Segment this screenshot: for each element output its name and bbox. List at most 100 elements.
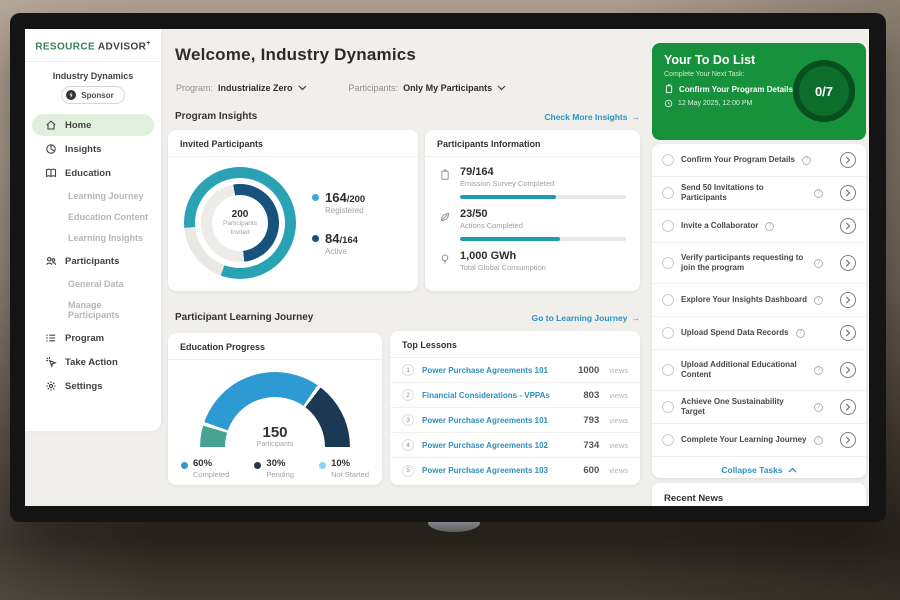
sponsor-badge: Sponsor (61, 86, 124, 104)
sidebar-item-participants[interactable]: Participants (32, 250, 154, 272)
legend-total: /164 (339, 235, 358, 246)
task-chevron-button[interactable] (840, 399, 856, 415)
task-checkbox[interactable] (662, 401, 674, 413)
legend-label: Active (325, 247, 358, 256)
legend-label: Completed (193, 470, 229, 479)
sidebar-item-take-action[interactable]: Take Action (32, 351, 154, 373)
lesson-link[interactable]: Power Purchase Agreements 102 (422, 441, 548, 450)
lesson-link[interactable]: Power Purchase Agreements 101 (422, 366, 548, 375)
sponsor-label: Sponsor (81, 91, 113, 100)
card-title: Participants Information (425, 130, 640, 157)
sidebar-item-learning-insights[interactable]: Learning Insights (32, 228, 154, 248)
lesson-views: 793 (583, 415, 599, 426)
sidebar: RESOURCE ADVISOR+ Industry Dynamics Spon… (25, 29, 161, 431)
task-label: Invite a Collaborator (681, 221, 758, 231)
card-title: Education Progress (168, 333, 382, 360)
lesson-rank: 4 (402, 439, 414, 451)
sidebar-item-program[interactable]: Program (32, 327, 154, 349)
task-row: Upload Spend Data Records ? (652, 317, 866, 350)
sidebar-item-education[interactable]: Education (32, 162, 154, 184)
lesson-link[interactable]: Power Purchase Agreements 101 (422, 416, 548, 425)
legend-label: Registered (325, 206, 365, 215)
invited-donut-chart: 200 Participants Invited (184, 167, 296, 279)
leaf-icon (439, 211, 451, 223)
task-chevron-button[interactable] (840, 152, 856, 168)
info-icon[interactable]: ? (814, 296, 823, 305)
legend-dot (312, 194, 319, 201)
sidebar-item-general-data[interactable]: General Data (32, 274, 154, 294)
task-chevron-button[interactable] (840, 292, 856, 308)
lesson-link[interactable]: Power Purchase Agreements 103 (422, 466, 548, 475)
task-chevron-button[interactable] (840, 325, 856, 341)
page-title: Welcome, Industry Dynamics (175, 45, 416, 65)
sidebar-item-education-content[interactable]: Education Content (32, 207, 154, 227)
monitor-bezel: RESOURCE ADVISOR+ Industry Dynamics Spon… (10, 13, 886, 522)
logo-plus: + (146, 40, 151, 47)
task-label: Verify participants requesting to join t… (681, 253, 807, 274)
task-chevron-button[interactable] (840, 255, 856, 271)
stat-value: 1,000 GWh (460, 250, 546, 262)
info-icon[interactable]: ? (796, 329, 805, 338)
task-row: Achieve One Sustainability Target ? (652, 391, 866, 424)
info-icon[interactable]: ? (814, 366, 823, 375)
task-checkbox[interactable] (662, 434, 674, 446)
task-checkbox[interactable] (662, 294, 674, 306)
sidebar-item-home[interactable]: Home (32, 114, 154, 136)
info-icon[interactable]: ? (802, 156, 811, 165)
collapse-tasks-link[interactable]: Collapse Tasks (652, 457, 866, 478)
task-label: Explore Your Insights Dashboard (681, 295, 807, 305)
task-checkbox[interactable] (662, 327, 674, 339)
task-checkbox[interactable] (662, 364, 674, 376)
education-gauge-chart: 150 Participants (200, 372, 350, 448)
logo-secondary: ADVISOR (98, 41, 146, 52)
people-icon (45, 255, 57, 267)
task-chevron-button[interactable] (840, 432, 856, 448)
info-icon[interactable]: ? (814, 436, 823, 445)
task-chevron-button[interactable] (840, 218, 856, 234)
donut-center-label: Participants (223, 220, 257, 227)
lesson-row: 2 Financial Considerations - VPPAs 803 v… (390, 383, 640, 408)
task-checkbox[interactable] (662, 257, 674, 269)
sidebar-item-settings[interactable]: Settings (32, 375, 154, 397)
todo-next-task: Confirm Your Program Details (679, 85, 793, 94)
sidebar-item-label: Manage Participants (68, 300, 120, 320)
task-row: Verify participants requesting to join t… (652, 243, 866, 284)
info-icon[interactable]: ? (814, 403, 823, 412)
participants-dropdown[interactable]: Participants: Only My Participants (349, 83, 507, 93)
sidebar-item-learning-journey[interactable]: Learning Journey (32, 186, 154, 206)
sidebar-item-manage-participants[interactable]: Manage Participants (32, 295, 154, 325)
lesson-rank: 2 (402, 389, 414, 401)
stat-label: Total Global Consumption (460, 263, 546, 272)
task-row: Confirm Your Program Details ? (652, 144, 866, 177)
gauge-legend: 60% Completed 30% Pending (168, 448, 382, 479)
sidebar-item-insights[interactable]: Insights (32, 138, 154, 160)
task-chevron-button[interactable] (840, 362, 856, 378)
sidebar-item-label: Program (65, 333, 104, 344)
card-title: Recent News (652, 483, 866, 506)
info-icon[interactable]: ? (814, 259, 823, 268)
card-title: Invited Participants (168, 130, 418, 157)
task-row: Complete Your Learning Journey ? (652, 424, 866, 457)
check-more-insights-link[interactable]: Check More Insights → (544, 112, 640, 122)
program-dropdown[interactable]: Program: Industrialize Zero (176, 83, 307, 93)
todo-progress-ring: 0/7 (793, 60, 855, 122)
views-suffix: views (609, 391, 628, 400)
task-checkbox[interactable] (662, 154, 674, 166)
lesson-link[interactable]: Financial Considerations - VPPAs (422, 391, 550, 400)
legend-value: 164 (325, 190, 347, 205)
task-label: Confirm Your Program Details (681, 155, 795, 165)
info-icon[interactable]: ? (814, 189, 823, 198)
program-value: Industrialize Zero (218, 83, 293, 93)
task-checkbox[interactable] (662, 220, 674, 232)
task-checkbox[interactable] (662, 187, 674, 199)
clock-icon (664, 99, 673, 108)
stat-global-consumption: 1,000 GWh Total Global Consumption (425, 241, 640, 272)
legend-dot (312, 235, 319, 242)
todo-task-list: Confirm Your Program Details ? Send 50 I… (652, 144, 866, 478)
arrow-right-icon: → (632, 313, 641, 323)
sidebar-item-label: Learning Journey (68, 191, 144, 201)
info-icon[interactable]: ? (765, 222, 774, 231)
go-to-learning-journey-link[interactable]: Go to Learning Journey → (532, 313, 640, 323)
views-suffix: views (609, 416, 628, 425)
task-chevron-button[interactable] (840, 185, 856, 201)
